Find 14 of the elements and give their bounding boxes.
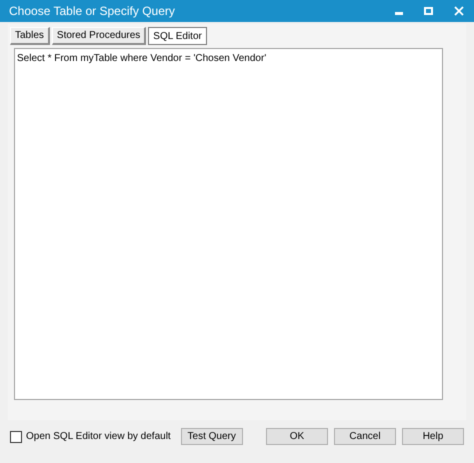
minimize-icon[interactable] <box>395 12 403 14</box>
window-title: Choose Table or Specify Query <box>9 3 176 20</box>
tab[interactable]: Tables <box>10 27 50 45</box>
sql-editor-field[interactable]: Select * From myTable where Vendor = 'Chosen Vendor' <box>14 48 443 400</box>
maximize-icon[interactable] <box>424 7 433 15</box>
default-view-checkbox[interactable] <box>10 430 22 442</box>
dialog-button[interactable]: OK <box>266 428 328 445</box>
tab[interactable]: SQL Editor <box>148 27 207 45</box>
tab[interactable]: Stored Procedures <box>52 27 146 45</box>
dialog-button[interactable]: Cancel <box>334 428 396 445</box>
checkbox-label: Open SQL Editor view by default <box>26 430 171 444</box>
dialog-button[interactable]: Help <box>402 428 464 445</box>
close-icon[interactable] <box>454 6 464 16</box>
dialog-button[interactable]: Test Query <box>180 428 243 445</box>
